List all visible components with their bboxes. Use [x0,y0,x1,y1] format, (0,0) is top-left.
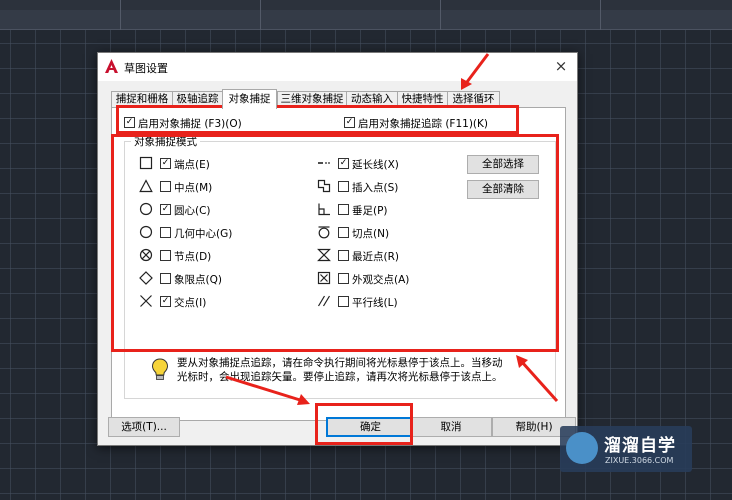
mode-perpendicular-label: 垂足(P) [352,205,388,217]
mode-extension-checkbox[interactable]: ✓ [338,158,349,169]
hint-line-1: 要从对象捕捉点追踪，请在命令执行期间将光标悬停于该点上。当移动 [177,357,503,369]
intersection-icon [140,295,152,307]
watermark-name: 溜溜自学 [604,436,676,456]
mode-extension-label: 延长线(X) [352,159,399,171]
mode-apparent-intersection-label: 外观交点(A) [352,274,410,286]
endpoint-icon [139,156,153,170]
mode-perpendicular-checkbox[interactable] [338,204,349,215]
watermark: 溜溜自学 ZIXUE.3066.COM [560,426,692,472]
mode-nearest-checkbox[interactable] [338,250,349,261]
mode-geometric-center-label: 几何中心(G) [174,228,233,240]
mode-intersection-label: 交点(I) [174,297,207,309]
enable-osnap-label: 启用对象捕捉 (F3)(O) [138,118,242,130]
parallel-icon [317,295,331,307]
watermark-logo-icon [566,432,598,464]
mode-node-label: 节点(D) [174,251,212,263]
enable-tracking-label: 启用对象捕捉追踪 (F11)(K) [358,118,489,130]
mode-endpoint-label: 端点(E) [174,159,210,171]
tab-polar-tracking[interactable]: 极轴追踪 [172,91,223,108]
options-button[interactable]: 选项(T)... [108,417,180,437]
cad-title-strip [0,0,732,10]
dialog-title: 草图设置 [124,62,168,75]
mode-tangent-checkbox[interactable] [338,227,349,238]
toolbar-divider [440,0,441,30]
cad-top-toolbar [0,0,732,30]
lightbulb-icon [151,358,169,380]
insertion-icon [317,179,331,193]
tracking-hint-text: 要从对象捕捉点追踪，请在命令执行期间将光标悬停于该点上。当移动 光标时，会出现追… [177,356,547,384]
geometric-center-icon [139,225,153,239]
mode-intersection-checkbox[interactable]: ✓ [160,296,171,307]
object-snap-panel: ✓ 启用对象捕捉 (F3)(O) ✓ 启用对象捕捉追踪 (F11)(K) 对象捕… [111,107,566,421]
clear-all-button[interactable]: 全部清除 [467,180,539,199]
mode-node-checkbox[interactable] [160,250,171,261]
mode-apparent-intersection-checkbox[interactable] [338,273,349,284]
osnap-modes-title: 对象捕捉模式 [131,134,200,149]
mode-center-checkbox[interactable]: ✓ [160,204,171,215]
mode-endpoint-checkbox[interactable]: ✓ [160,158,171,169]
ok-button[interactable]: 确定 [326,417,415,437]
toolbar-divider [120,0,121,30]
tab-object-snap[interactable]: 对象捕捉 [222,89,277,109]
apparent-intersection-icon [317,271,331,285]
quadrant-icon [139,271,153,285]
mode-tangent-label: 切点(N) [352,228,390,240]
mode-insertion-checkbox[interactable] [338,181,349,192]
osnap-modes-group: 对象捕捉模式 ✓ 端点(E) 中点(M) ✓ 圆心(C) 几何中心(G) 节点(… [124,134,556,399]
cancel-button[interactable]: 取消 [410,417,492,437]
nearest-icon [317,248,331,262]
close-button[interactable]: × [550,56,572,76]
drafting-settings-dialog: 草图设置 × 捕捉和栅格 极轴追踪 对象捕捉 三维对象捕捉 动态输入 快捷特性 … [97,52,578,446]
dialog-titlebar: 草图设置 × [98,53,577,81]
node-icon [139,248,153,262]
tab-3d-object-snap[interactable]: 三维对象捕捉 [277,91,347,108]
mode-parallel-label: 平行线(L) [352,297,398,309]
mode-midpoint-checkbox[interactable] [160,181,171,192]
mode-center-label: 圆心(C) [174,205,211,217]
watermark-url: ZIXUE.3066.COM [605,456,674,465]
toolbar-divider [600,0,601,30]
extension-icon [318,162,330,164]
tab-quick-properties[interactable]: 快捷特性 [397,91,448,108]
enable-osnap-checkbox[interactable]: ✓ [124,117,135,128]
tab-dynamic-input[interactable]: 动态输入 [346,91,398,108]
select-all-button[interactable]: 全部选择 [467,155,539,174]
tangent-icon [318,226,330,239]
mode-quadrant-checkbox[interactable] [160,273,171,284]
toolbar-divider [260,0,261,30]
mode-quadrant-label: 象限点(Q) [174,274,222,286]
mode-insertion-label: 插入点(S) [352,182,399,194]
mode-midpoint-label: 中点(M) [174,182,213,194]
autocad-logo-icon [105,59,118,73]
center-icon [139,202,153,216]
midpoint-icon [139,179,153,193]
mode-nearest-label: 最近点(R) [352,251,399,263]
tab-selection-cycling[interactable]: 选择循环 [447,91,500,108]
hint-line-2: 光标时，会出现追踪矢量。要停止追踪，请再次将光标悬停于该点上。 [177,371,503,383]
perpendicular-icon [318,203,330,216]
tab-snap-and-grid[interactable]: 捕捉和栅格 [111,91,173,108]
enable-tracking-checkbox[interactable]: ✓ [344,117,355,128]
mode-geometric-center-checkbox[interactable] [160,227,171,238]
mode-parallel-checkbox[interactable] [338,296,349,307]
